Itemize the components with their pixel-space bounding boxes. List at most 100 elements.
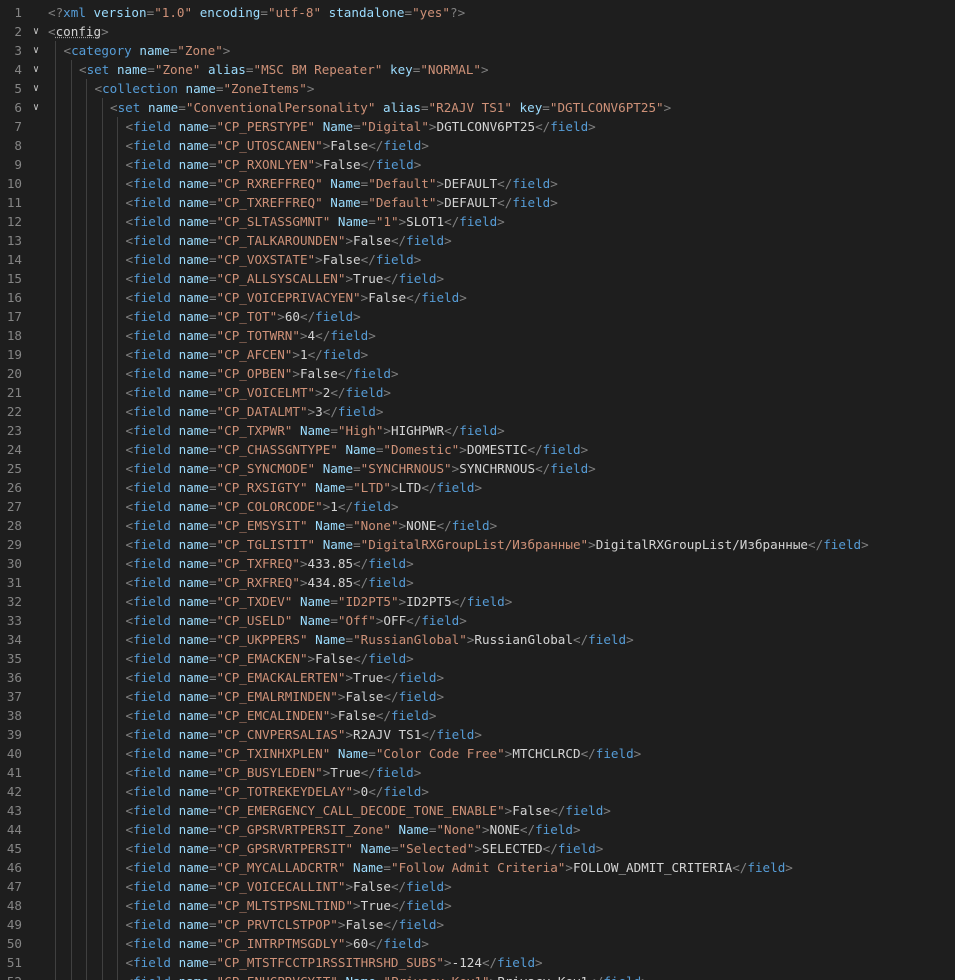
code-content[interactable]: <field name="CP_VOXSTATE">False</field> xyxy=(126,250,422,269)
code-line[interactable]: 44 <field name="CP_GPSRVRTPERSIT_Zone" Na… xyxy=(0,820,955,839)
fold-chevron-icon[interactable]: ∨ xyxy=(31,41,41,60)
code-line[interactable]: 31 <field name="CP_RXFREQ">434.85</field> xyxy=(0,573,955,592)
code-line[interactable]: 9 <field name="CP_RXONLYEN">False</field> xyxy=(0,155,955,174)
code-line[interactable]: 30 <field name="CP_TXFREQ">433.85</field> xyxy=(0,554,955,573)
code-content[interactable]: <field name="CP_MLTSTPSNLTIND">True</fie… xyxy=(126,896,452,915)
code-line[interactable]: 32 <field name="CP_TXDEV" Name="ID2PT5">I… xyxy=(0,592,955,611)
code-content[interactable]: <field name="CP_EMSYSIT" Name="None">NON… xyxy=(126,516,498,535)
code-content[interactable]: <field name="CP_CHASSGNTYPE" Name="Domes… xyxy=(126,440,589,459)
code-content[interactable]: <field name="CP_BUSYLEDEN">True</field> xyxy=(126,763,422,782)
code-line[interactable]: 7 <field name="CP_PERSTYPE" Name="Digital… xyxy=(0,117,955,136)
code-content[interactable]: <field name="CP_TOT">60</field> xyxy=(126,307,361,326)
code-line[interactable]: 1 <?xml version="1.0" encoding="utf-8" st… xyxy=(0,3,955,22)
code-line[interactable]: 20 <field name="CP_OPBEN">False</field> xyxy=(0,364,955,383)
code-line[interactable]: 50 <field name="CP_INTRPTMSGDLY">60</fiel… xyxy=(0,934,955,953)
code-content[interactable]: <field name="CP_VOICECALLINT">False</fie… xyxy=(126,877,452,896)
code-content[interactable]: <field name="CP_MTSTFCCTP1RSSITHRSHD_SUB… xyxy=(126,953,543,972)
code-content[interactable]: <field name="CP_RXONLYEN">False</field> xyxy=(126,155,422,174)
fold-chevron-icon[interactable]: ∨ xyxy=(31,60,41,79)
code-content[interactable]: <field name="CP_TOTWRN">4</field> xyxy=(126,326,376,345)
code-line[interactable]: 34 <field name="CP_UKPPERS" Name="Russian… xyxy=(0,630,955,649)
code-content[interactable]: <field name="CP_TGLISTIT" Name="DigitalR… xyxy=(126,535,869,554)
code-line[interactable]: 36 <field name="CP_EMACKALERTEN">True</fi… xyxy=(0,668,955,687)
code-line[interactable]: 39 <field name="CP_CNVPERSALIAS">R2AJV TS… xyxy=(0,725,955,744)
code-content[interactable]: <field name="CP_MYCALLADCRTR" Name="Foll… xyxy=(126,858,793,877)
code-line[interactable]: 4 ∨ <set name="Zone" alias="MSC BM Repeate… xyxy=(0,60,955,79)
code-content[interactable]: <field name="CP_RXFREQ">434.85</field> xyxy=(126,573,414,592)
code-line[interactable]: 52<field name="CP_ENHCPRVCYIT" Name="Pri… xyxy=(0,972,955,980)
code-content[interactable]: <field name="CP_USELD" Name="Off">OFF</f… xyxy=(126,611,467,630)
code-content[interactable]: <field name="CP_EMCALINDEN">False</field… xyxy=(126,706,437,725)
code-content[interactable]: <field name="CP_EMACKEN">False</field> xyxy=(126,649,414,668)
code-line[interactable]: 19 <field name="CP_AFCEN">1</field> xyxy=(0,345,955,364)
code-line[interactable]: 43 <field name="CP_EMERGENCY_CALL_DECODE_… xyxy=(0,801,955,820)
code-line[interactable]: 49 <field name="CP_PRVTCLSTPOP">False</fi… xyxy=(0,915,955,934)
code-line[interactable]: 21 <field name="CP_VOICELMT">2</field> xyxy=(0,383,955,402)
code-line[interactable]: 42 <field name="CP_TOTREKEYDELAY">0</fiel… xyxy=(0,782,955,801)
code-content[interactable]: <field name="CP_AFCEN">1</field> xyxy=(126,345,369,364)
code-content[interactable]: <set name="ConventionalPersonality" alia… xyxy=(110,98,671,117)
code-line[interactable]: 10 <field name="CP_RXREFFREQ" Name="Defau… xyxy=(0,174,955,193)
code-line[interactable]: 26 <field name="CP_RXSIGTY" Name="LTD">LT… xyxy=(0,478,955,497)
code-editor[interactable]: 1 <?xml version = "1.0" encoding = "utf-8" st… xyxy=(0,0,955,980)
code-line[interactable]: 37 <field name="CP_EMALRMINDEN">False</fi… xyxy=(0,687,955,706)
code-content[interactable]: <collection name="ZoneItems"> xyxy=(95,79,315,98)
code-content[interactable]: <field name="CP_TXDEV" Name="ID2PT5">ID2… xyxy=(126,592,513,611)
code-content[interactable]: <field name="CP_UTOSCANEN">False</field> xyxy=(126,136,429,155)
code-line[interactable]: 41 <field name="CP_BUSYLEDEN">True</field… xyxy=(0,763,955,782)
code-line[interactable]: 15 <field name="CP_ALLSYSCALLEN">True</fi… xyxy=(0,269,955,288)
code-content[interactable]: <field name="CP_SYNCMODE" Name="SYNCHRNO… xyxy=(126,459,596,478)
code-line[interactable]: 48 <field name="CP_MLTSTPSNLTIND">True</f… xyxy=(0,896,955,915)
code-line[interactable]: 47 <field name="CP_VOICECALLINT">False</f… xyxy=(0,877,955,896)
code-line[interactable]: 8 <field name="CP_UTOSCANEN">False</field… xyxy=(0,136,955,155)
code-content[interactable]: <field name="CP_TXPWR" Name="High">HIGHP… xyxy=(126,421,505,440)
code-content[interactable]: <field name="CP_TALKAROUNDEN">False</fie… xyxy=(126,231,452,250)
code-content[interactable]: <field name="CP_TXINHXPLEN" Name="Color … xyxy=(126,744,642,763)
code-content[interactable]: <field name="CP_TOTREKEYDELAY">0</field> xyxy=(126,782,429,801)
code-content[interactable]: <category name="Zone"> xyxy=(64,41,231,60)
code-content[interactable]: <field name="CP_VOICEPRIVACYEN">False</f… xyxy=(126,288,467,307)
code-content[interactable]: <field name="CP_EMERGENCY_CALL_DECODE_TO… xyxy=(126,801,611,820)
code-line[interactable]: 24 <field name="CP_CHASSGNTYPE" Name="Dom… xyxy=(0,440,955,459)
code-line[interactable]: 35 <field name="CP_EMACKEN">False</field> xyxy=(0,649,955,668)
code-content[interactable]: <field name="CP_ENHCPRVCYIT" Name="Priva… xyxy=(126,972,649,980)
fold-chevron-icon[interactable]: ∨ xyxy=(31,22,41,41)
code-line[interactable]: 5 ∨ <collection name="ZoneItems"> xyxy=(0,79,955,98)
code-content[interactable]: <field name="CP_ALLSYSCALLEN">True</fiel… xyxy=(126,269,445,288)
fold-chevron-icon[interactable]: ∨ xyxy=(31,79,41,98)
code-content[interactable]: <?xml version="1.0" encoding="utf-8" sta… xyxy=(48,3,465,22)
code-line[interactable]: 23 <field name="CP_TXPWR" Name="High">HIG… xyxy=(0,421,955,440)
code-line[interactable]: 25 <field name="CP_SYNCMODE" Name="SYNCHR… xyxy=(0,459,955,478)
code-line[interactable]: 12 <field name="CP_SLTASSGMNT" Name="1">S… xyxy=(0,212,955,231)
code-line[interactable]: 2 ∨ <config> xyxy=(0,22,955,41)
code-line[interactable]: 51 <field name="CP_MTSTFCCTP1RSSITHRSHD_S… xyxy=(0,953,955,972)
code-line[interactable]: 22 <field name="CP_DATALMT">3</field> xyxy=(0,402,955,421)
code-content[interactable]: <field name="CP_DATALMT">3</field> xyxy=(126,402,384,421)
code-content[interactable]: <field name="CP_RXSIGTY" Name="LTD">LTD<… xyxy=(126,478,483,497)
code-content[interactable]: <field name="CP_PRVTCLSTPOP">False</fiel… xyxy=(126,915,445,934)
code-content[interactable]: <field name="CP_VOICELMT">2</field> xyxy=(126,383,392,402)
code-content[interactable]: <field name="CP_PERSTYPE" Name="Digital"… xyxy=(126,117,596,136)
code-content[interactable]: <set name="Zone" alias="MSC BM Repeater"… xyxy=(79,60,489,79)
code-content[interactable]: <field name="CP_EMALRMINDEN">False</fiel… xyxy=(126,687,445,706)
code-line[interactable]: 40 <field name="CP_TXINHXPLEN" Name="Colo… xyxy=(0,744,955,763)
code-content[interactable]: <config> xyxy=(48,22,109,41)
code-line[interactable]: 46 <field name="CP_MYCALLADCRTR" Name="Fo… xyxy=(0,858,955,877)
code-content[interactable]: <field name="CP_OPBEN">False</field> xyxy=(126,364,399,383)
code-content[interactable]: <field name="CP_UKPPERS" Name="RussianGl… xyxy=(126,630,634,649)
code-content[interactable]: <field name="CP_TXFREQ">433.85</field> xyxy=(126,554,414,573)
code-line[interactable]: 13 <field name="CP_TALKAROUNDEN">False</f… xyxy=(0,231,955,250)
code-line[interactable]: 17 <field name="CP_TOT">60</field> xyxy=(0,307,955,326)
code-content[interactable]: <field name="CP_SLTASSGMNT" Name="1">SLO… xyxy=(126,212,505,231)
code-line[interactable]: 3 ∨ <category name="Zone"> xyxy=(0,41,955,60)
code-line[interactable]: 38 <field name="CP_EMCALINDEN">False</fie… xyxy=(0,706,955,725)
code-line[interactable]: 27 <field name="CP_COLORCODE">1</field> xyxy=(0,497,955,516)
code-line[interactable]: 6 ∨ <set name="ConventionalPersonality" al… xyxy=(0,98,955,117)
code-content[interactable]: <field name="CP_EMACKALERTEN">True</fiel… xyxy=(126,668,445,687)
code-content[interactable]: <field name="CP_COLORCODE">1</field> xyxy=(126,497,399,516)
code-line[interactable]: 14 <field name="CP_VOXSTATE">False</field… xyxy=(0,250,955,269)
code-line[interactable]: 45 <field name="CP_GPSRVRTPERSIT" Name="S… xyxy=(0,839,955,858)
code-content[interactable]: <field name="CP_RXREFFREQ" Name="Default… xyxy=(126,174,558,193)
code-line[interactable]: 11 <field name="CP_TXREFFREQ" Name="Defau… xyxy=(0,193,955,212)
code-line[interactable]: 28 <field name="CP_EMSYSIT" Name="None">N… xyxy=(0,516,955,535)
